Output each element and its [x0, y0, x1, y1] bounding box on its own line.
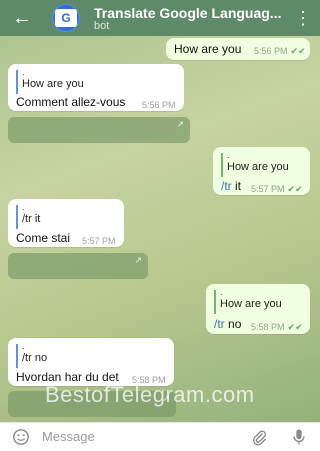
reply-quote: . /tr it — [22, 202, 41, 226]
back-arrow-icon[interactable]: ← — [10, 6, 34, 30]
message-time: 5:56 PM ✔✔ — [254, 46, 306, 56]
reply-quote: . How are you — [227, 150, 289, 174]
incoming-message[interactable]: . /tr it Come stai 5:57 PM — [8, 199, 124, 247]
emoji-icon[interactable] — [12, 428, 30, 446]
external-link-icon: ↗ — [176, 119, 184, 129]
external-link-icon: ↗ — [134, 255, 142, 265]
double-check-icon: ✔✔ — [287, 322, 303, 332]
message-text: /tr no — [214, 317, 242, 331]
translation-info-button[interactable]: ↗ — [8, 253, 148, 279]
reply-quote-bar — [16, 344, 18, 368]
translation-info-button[interactable]: ↗ — [8, 117, 190, 143]
reply-quote: . /tr no — [22, 341, 48, 365]
message-time: 5:57 PM ✔✔ — [251, 184, 303, 194]
incoming-message[interactable]: . /tr no Hvordan har du det 5:58 PM — [8, 338, 174, 386]
message-text: How are you — [174, 42, 242, 56]
message-time: 5:56 PM — [142, 100, 176, 110]
message-input-bar: Message — [0, 422, 320, 451]
outgoing-message[interactable]: How are you 5:56 PM ✔✔ — [166, 38, 310, 60]
double-check-icon: ✔✔ — [287, 184, 303, 194]
reply-quote: . How are you — [22, 67, 84, 91]
message-input[interactable]: Message — [42, 429, 95, 444]
reply-quote-bar — [16, 70, 18, 94]
chat-title[interactable]: Translate Google Languag... — [94, 5, 284, 21]
reply-quote-bar — [221, 153, 223, 177]
reply-quote-bar — [214, 290, 216, 314]
message-time: 5:57 PM — [82, 236, 116, 246]
bot-command-link[interactable]: /tr — [221, 179, 232, 193]
more-options-icon[interactable]: ⋮ — [294, 6, 312, 30]
watermark-text: BestofTelegram.com — [45, 382, 255, 407]
message-text: Comment allez-vous — [16, 95, 126, 109]
reply-quote: . How are you — [220, 287, 282, 311]
chat-subtitle: bot — [94, 20, 110, 32]
google-translate-icon: G — [55, 9, 77, 27]
bot-command-link[interactable]: /tr — [214, 317, 225, 331]
message-time: 5:58 PM ✔✔ — [251, 322, 303, 332]
attach-icon[interactable] — [250, 428, 268, 446]
outgoing-message[interactable]: . How are you /tr it 5:57 PM ✔✔ — [213, 147, 310, 195]
chat-header: ← G Translate Google Languag... bot ⋮ — [0, 0, 320, 36]
reply-quote-bar — [16, 205, 18, 229]
microphone-icon[interactable] — [291, 428, 307, 446]
outgoing-message[interactable]: . How are you /tr no 5:58 PM ✔✔ — [206, 284, 310, 334]
double-check-icon: ✔✔ — [290, 46, 306, 56]
message-text: Come stai — [16, 231, 71, 245]
bot-avatar[interactable]: G — [52, 4, 80, 32]
incoming-message[interactable]: . How are you Comment allez-vous 5:56 PM — [8, 64, 184, 111]
message-text: /tr it — [221, 179, 242, 193]
